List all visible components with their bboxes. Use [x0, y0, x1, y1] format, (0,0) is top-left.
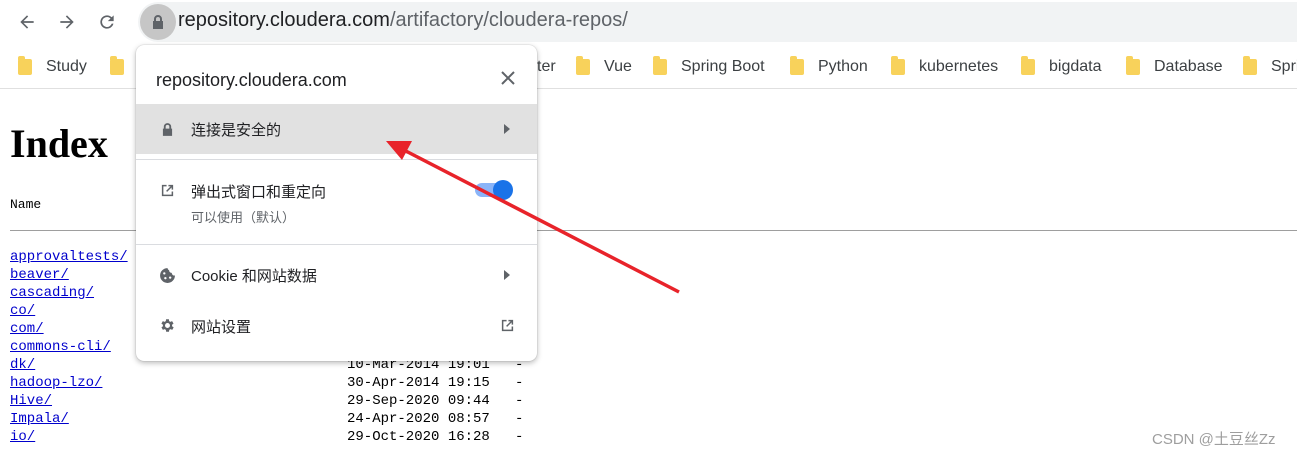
bookmark-spri[interactable]: Spri [1243, 56, 1297, 78]
row-date: 30-Apr-2014 19:15 [347, 375, 490, 391]
site-info-button[interactable] [140, 4, 176, 40]
bookmark-label: kubernetes [919, 58, 999, 75]
close-button[interactable] [497, 67, 519, 89]
connection-secure-item[interactable]: 连接是安全的 [136, 104, 537, 154]
table-row: Impala/24-Apr-2020 08:57 - [10, 411, 610, 429]
bookmark-label: Database [1154, 58, 1223, 75]
folder-icon [18, 56, 32, 75]
row-size: - [515, 393, 524, 409]
bookmark-kubernetes[interactable]: kubernetes [891, 56, 998, 78]
popups-redirects-sub: 可以使用（默认） [191, 210, 296, 225]
bookmark-ter[interactable]: ter [537, 56, 556, 78]
row-date: 24-Apr-2020 08:57 [347, 411, 490, 427]
bookmark-label: bigdata [1049, 58, 1102, 75]
bookmark-label: Python [818, 58, 868, 75]
folder-icon [1243, 56, 1257, 75]
folder-icon [653, 56, 667, 75]
table-row: hadoop-lzo/30-Apr-2014 19:15 - [10, 375, 610, 393]
external-link-icon [158, 181, 176, 199]
popups-redirects-label: 弹出式窗口和重定向 [191, 184, 327, 201]
bookmark-python[interactable]: Python [790, 56, 868, 78]
bookmark-label: Vue [604, 58, 632, 75]
connection-secure-label: 连接是安全的 [191, 122, 282, 139]
cookies-label: Cookie 和网站数据 [191, 268, 317, 285]
file-link[interactable]: hadoop-lzo/ [10, 375, 102, 391]
bookmark-vue[interactable]: Vue [576, 56, 632, 78]
file-link[interactable]: beaver/ [10, 267, 69, 283]
file-link[interactable]: Impala/ [10, 411, 69, 427]
file-link[interactable]: co/ [10, 303, 35, 319]
url-text[interactable]: repository.cloudera.com/artifactory/clou… [178, 9, 628, 32]
forward-button[interactable] [54, 9, 80, 35]
folder-icon [790, 56, 804, 75]
row-size: - [515, 429, 524, 445]
lock-icon [158, 120, 176, 138]
reload-icon [100, 15, 114, 29]
file-link[interactable]: approvaltests/ [10, 249, 128, 265]
folder-icon [1021, 56, 1035, 75]
file-link[interactable]: io/ [10, 429, 35, 445]
bookmark-bigdata[interactable]: bigdata [1021, 56, 1102, 78]
page-title: Index [10, 121, 108, 166]
folder-icon [891, 56, 905, 75]
bookmark-hidden[interactable] [110, 56, 138, 78]
row-date: 29-Sep-2020 09:44 [347, 393, 490, 409]
url-path: /artifactory/cloudera-repos/ [389, 9, 628, 31]
bookmark-label: Spri [1271, 58, 1297, 75]
file-link[interactable]: commons-cli/ [10, 339, 111, 355]
cookies-item[interactable]: Cookie 和网站数据 [136, 255, 537, 295]
bookmark-label: ter [537, 58, 556, 75]
bookmark-spring-boot[interactable]: Spring Boot [653, 56, 765, 78]
gear-icon [158, 316, 176, 334]
popup-host: repository.cloudera.com [156, 70, 347, 90]
row-date: 29-Oct-2020 16:28 [347, 429, 490, 445]
back-button[interactable] [14, 9, 40, 35]
table-row: Hive/29-Sep-2020 09:44 - [10, 393, 610, 411]
site-settings-item[interactable]: 网站设置 [136, 306, 537, 346]
cookie-icon [158, 266, 176, 284]
row-size: - [515, 375, 524, 391]
bookmark-label: Study [46, 58, 87, 75]
divider [136, 244, 537, 245]
column-header-name[interactable]: Name [10, 197, 41, 212]
bookmark-database[interactable]: Database [1126, 56, 1223, 78]
toggle-knob [493, 180, 513, 200]
reload-button[interactable] [94, 9, 120, 35]
close-icon [501, 71, 515, 85]
open-in-new-icon [501, 319, 514, 332]
site-info-popup: repository.cloudera.com 连接是安全的 弹出式窗口和重定向… [136, 45, 537, 361]
chevron-right-icon [504, 124, 510, 134]
chevron-right-icon [504, 270, 510, 280]
popups-toggle[interactable] [475, 180, 513, 200]
file-link[interactable]: com/ [10, 321, 44, 337]
row-size: - [515, 411, 524, 427]
file-link[interactable]: cascading/ [10, 285, 94, 301]
lock-icon [153, 15, 163, 29]
site-settings-label: 网站设置 [191, 319, 252, 336]
url-host: repository.cloudera.com [178, 9, 390, 31]
folder-icon [576, 56, 590, 75]
popups-redirects-item: 弹出式窗口和重定向 可以使用（默认） [136, 169, 537, 239]
bookmark-label: Spring Boot [681, 58, 765, 75]
watermark: CSDN @土豆丝Zz [1152, 431, 1276, 448]
file-link[interactable]: dk/ [10, 357, 35, 373]
file-link[interactable]: Hive/ [10, 393, 52, 409]
browser-toolbar: repository.cloudera.com/artifactory/clou… [0, 0, 1297, 44]
folder-icon [110, 56, 124, 75]
bookmark-study[interactable]: Study [18, 56, 87, 78]
folder-icon [1126, 56, 1140, 75]
divider [136, 159, 537, 160]
table-row: io/29-Oct-2020 16:28 - [10, 429, 610, 447]
arrow-right-icon [60, 15, 74, 29]
arrow-left-icon [20, 15, 34, 29]
